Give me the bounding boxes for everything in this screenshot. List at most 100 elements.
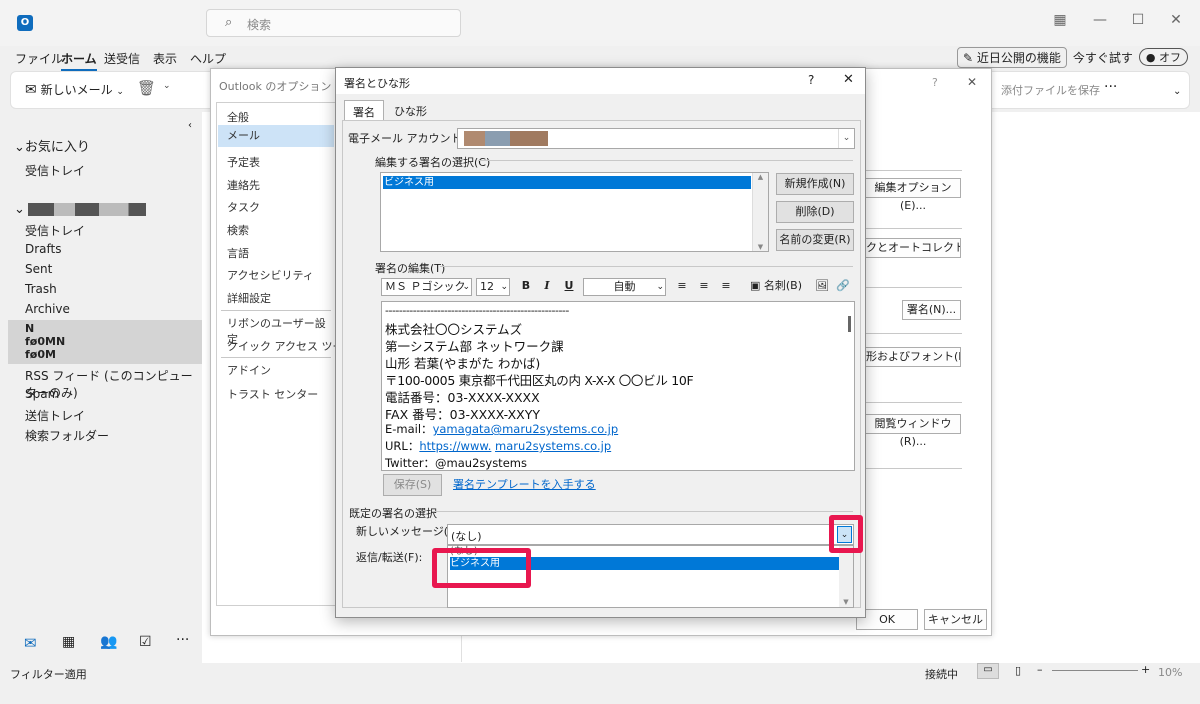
align-center-icon[interactable]: ≡: [697, 278, 711, 296]
italic-button[interactable]: I: [540, 278, 554, 296]
tab-signature[interactable]: 署名: [344, 100, 384, 120]
nav-language[interactable]: 言語: [227, 245, 249, 261]
align-left-icon[interactable]: ≡: [675, 278, 689, 296]
menu-view[interactable]: 表示: [153, 50, 177, 67]
url-link[interactable]: https://www.: [419, 439, 491, 453]
signature-list[interactable]: ビジネス用 ▲ ▼: [380, 172, 769, 252]
nav-addins[interactable]: アドイン: [227, 362, 271, 378]
reading-view-icon[interactable]: ▯: [1015, 664, 1021, 677]
menu-send-receive[interactable]: 送受信: [104, 50, 140, 67]
search-input[interactable]: ⌕ 検索: [206, 9, 461, 37]
font-select[interactable]: ＭＳ Ｐゴシック ⌄: [381, 278, 472, 296]
minimize-button[interactable]: —: [1090, 12, 1110, 32]
folder-outbox[interactable]: 送信トレイ: [25, 407, 85, 424]
chevron-down-icon: ⌄: [500, 282, 508, 292]
underline-button[interactable]: U: [562, 278, 576, 296]
tab-stationery[interactable]: ひな形: [386, 100, 435, 120]
edit-options-button[interactable]: 編集オプション(E)...: [865, 178, 961, 212]
menu-home[interactable]: ホーム: [61, 50, 97, 71]
close-icon[interactable]: ✕: [843, 72, 854, 87]
reading-pane-button[interactable]: 閲覧ウィンドウ(R)...: [865, 414, 961, 448]
save-attachment-button[interactable]: 添付ファイルを保存: [1001, 82, 1100, 98]
business-card-button[interactable]: ▣ 名刺(B): [748, 278, 804, 296]
zoom-out-icon[interactable]: –: [1037, 663, 1043, 676]
rename-signature-button[interactable]: 名前の変更(R): [776, 229, 854, 251]
scroll-down-icon[interactable]: ▼: [839, 598, 853, 606]
signature-button[interactable]: 署名(N)...: [902, 300, 961, 320]
try-now-toggle[interactable]: ● オフ: [1138, 48, 1188, 66]
scrollbar-thumb[interactable]: [848, 316, 851, 332]
favorites-header[interactable]: ⌄お気に入り: [14, 136, 90, 155]
nav-calendar[interactable]: 予定表: [227, 154, 260, 170]
folder-spam[interactable]: Spam: [25, 387, 59, 401]
scroll-down-icon[interactable]: ▼: [753, 243, 768, 251]
maximize-button[interactable]: ☐: [1128, 12, 1148, 32]
size-select[interactable]: 12 ⌄: [476, 278, 510, 296]
help-icon[interactable]: ?: [932, 76, 938, 89]
layout-icon[interactable]: ▦: [1050, 12, 1070, 32]
menu-file[interactable]: ファイル: [15, 50, 63, 67]
new-signature-button[interactable]: 新規作成(N): [776, 173, 854, 195]
close-button[interactable]: ✕: [1166, 12, 1186, 32]
folder-drafts[interactable]: Drafts: [25, 242, 62, 256]
people-icon[interactable]: 👥: [100, 634, 117, 650]
font-name: ＭＳ Ｐゴシック: [385, 280, 466, 293]
nav-contacts[interactable]: 連絡先: [227, 177, 260, 193]
zoom-in-icon[interactable]: +: [1141, 663, 1150, 676]
collapse-pane-icon[interactable]: ‹: [188, 120, 192, 131]
save-button[interactable]: 保存(S): [383, 474, 442, 496]
favorites-label: お気に入り: [24, 140, 90, 155]
align-right-icon[interactable]: ≡: [719, 278, 733, 296]
fonts-button[interactable]: 形およびフォント(F)...: [865, 347, 961, 367]
chevron-down-icon: ⌄: [462, 282, 470, 292]
folder-trash[interactable]: Trash: [25, 282, 57, 296]
help-icon[interactable]: ?: [808, 73, 814, 87]
new-message-select[interactable]: (なし) ⌄: [447, 524, 854, 545]
nav-trust-center[interactable]: トラスト センター: [227, 386, 318, 402]
selected-folder[interactable]: N fø0MN fø0M: [8, 320, 202, 364]
new-mail-button[interactable]: ✉ 新しいメール ⌄: [25, 81, 124, 98]
nav-quick-access[interactable]: クイック アクセス ツール バー: [227, 338, 335, 354]
color-select[interactable]: 自動 ⌄: [583, 278, 666, 296]
nav-mail[interactable]: メール: [218, 125, 334, 147]
zoom-slider[interactable]: [1052, 670, 1138, 671]
nav-tasks[interactable]: タスク: [227, 199, 260, 215]
folder-archive[interactable]: Archive: [25, 302, 70, 316]
coming-soon-button[interactable]: ✎ 近日公開の機能: [956, 46, 1067, 68]
delete-signature-button[interactable]: 削除(D): [776, 201, 854, 223]
menu-help[interactable]: ヘルプ: [190, 50, 226, 67]
mail-icon[interactable]: ✉: [24, 634, 37, 652]
more-icon[interactable]: ···: [176, 632, 189, 648]
account-select[interactable]: ⌄: [457, 128, 855, 149]
folder-search[interactable]: 検索フォルダー: [25, 427, 109, 444]
delete-icon[interactable]: 🗑: [137, 79, 156, 97]
scrollbar[interactable]: ▼: [839, 546, 853, 607]
signature-list-item[interactable]: ビジネス用: [383, 176, 751, 189]
cancel-button[interactable]: キャンセル: [924, 609, 987, 630]
nav-accessibility[interactable]: アクセシビリティ: [227, 267, 314, 283]
close-icon[interactable]: ✕: [967, 75, 977, 89]
folder-sent[interactable]: Sent: [25, 262, 52, 276]
url-link[interactable]: maru2systems.co.jp: [495, 439, 611, 453]
folder-inbox[interactable]: 受信トレイ: [25, 222, 85, 239]
normal-view-icon[interactable]: ▭: [977, 663, 999, 679]
hyperlink-icon[interactable]: 🔗: [835, 278, 851, 296]
scrollbar[interactable]: ▲ ▼: [752, 173, 768, 251]
nav-search[interactable]: 検索: [227, 222, 249, 238]
more-icon[interactable]: ···: [1104, 79, 1117, 95]
chevron-down-icon[interactable]: ⌄: [163, 81, 171, 91]
insert-picture-icon[interactable]: 🖼: [814, 278, 830, 296]
nav-advanced[interactable]: 詳細設定: [227, 290, 271, 306]
tasks-icon[interactable]: ☑: [139, 634, 152, 650]
scroll-up-icon[interactable]: ▲: [753, 173, 768, 181]
autocorrect-button[interactable]: クとオートコレクト(S)...: [865, 238, 961, 258]
template-link[interactable]: 署名テンプレートを入手する: [453, 476, 596, 492]
account-header[interactable]: ⌄: [14, 202, 146, 217]
collapse-ribbon-icon[interactable]: ⌄: [1173, 86, 1181, 97]
nav-general[interactable]: 全般: [227, 109, 249, 125]
email-link[interactable]: yamagata@maru2systems.co.jp: [433, 422, 619, 436]
options-nav: 全般 メール 予定表 連絡先 タスク 検索 言語 アクセシビリティ 詳細設定 リ…: [216, 102, 336, 606]
bold-button[interactable]: B: [519, 278, 533, 296]
favorite-inbox[interactable]: 受信トレイ: [25, 162, 85, 179]
calendar-icon[interactable]: ▦: [62, 634, 75, 650]
